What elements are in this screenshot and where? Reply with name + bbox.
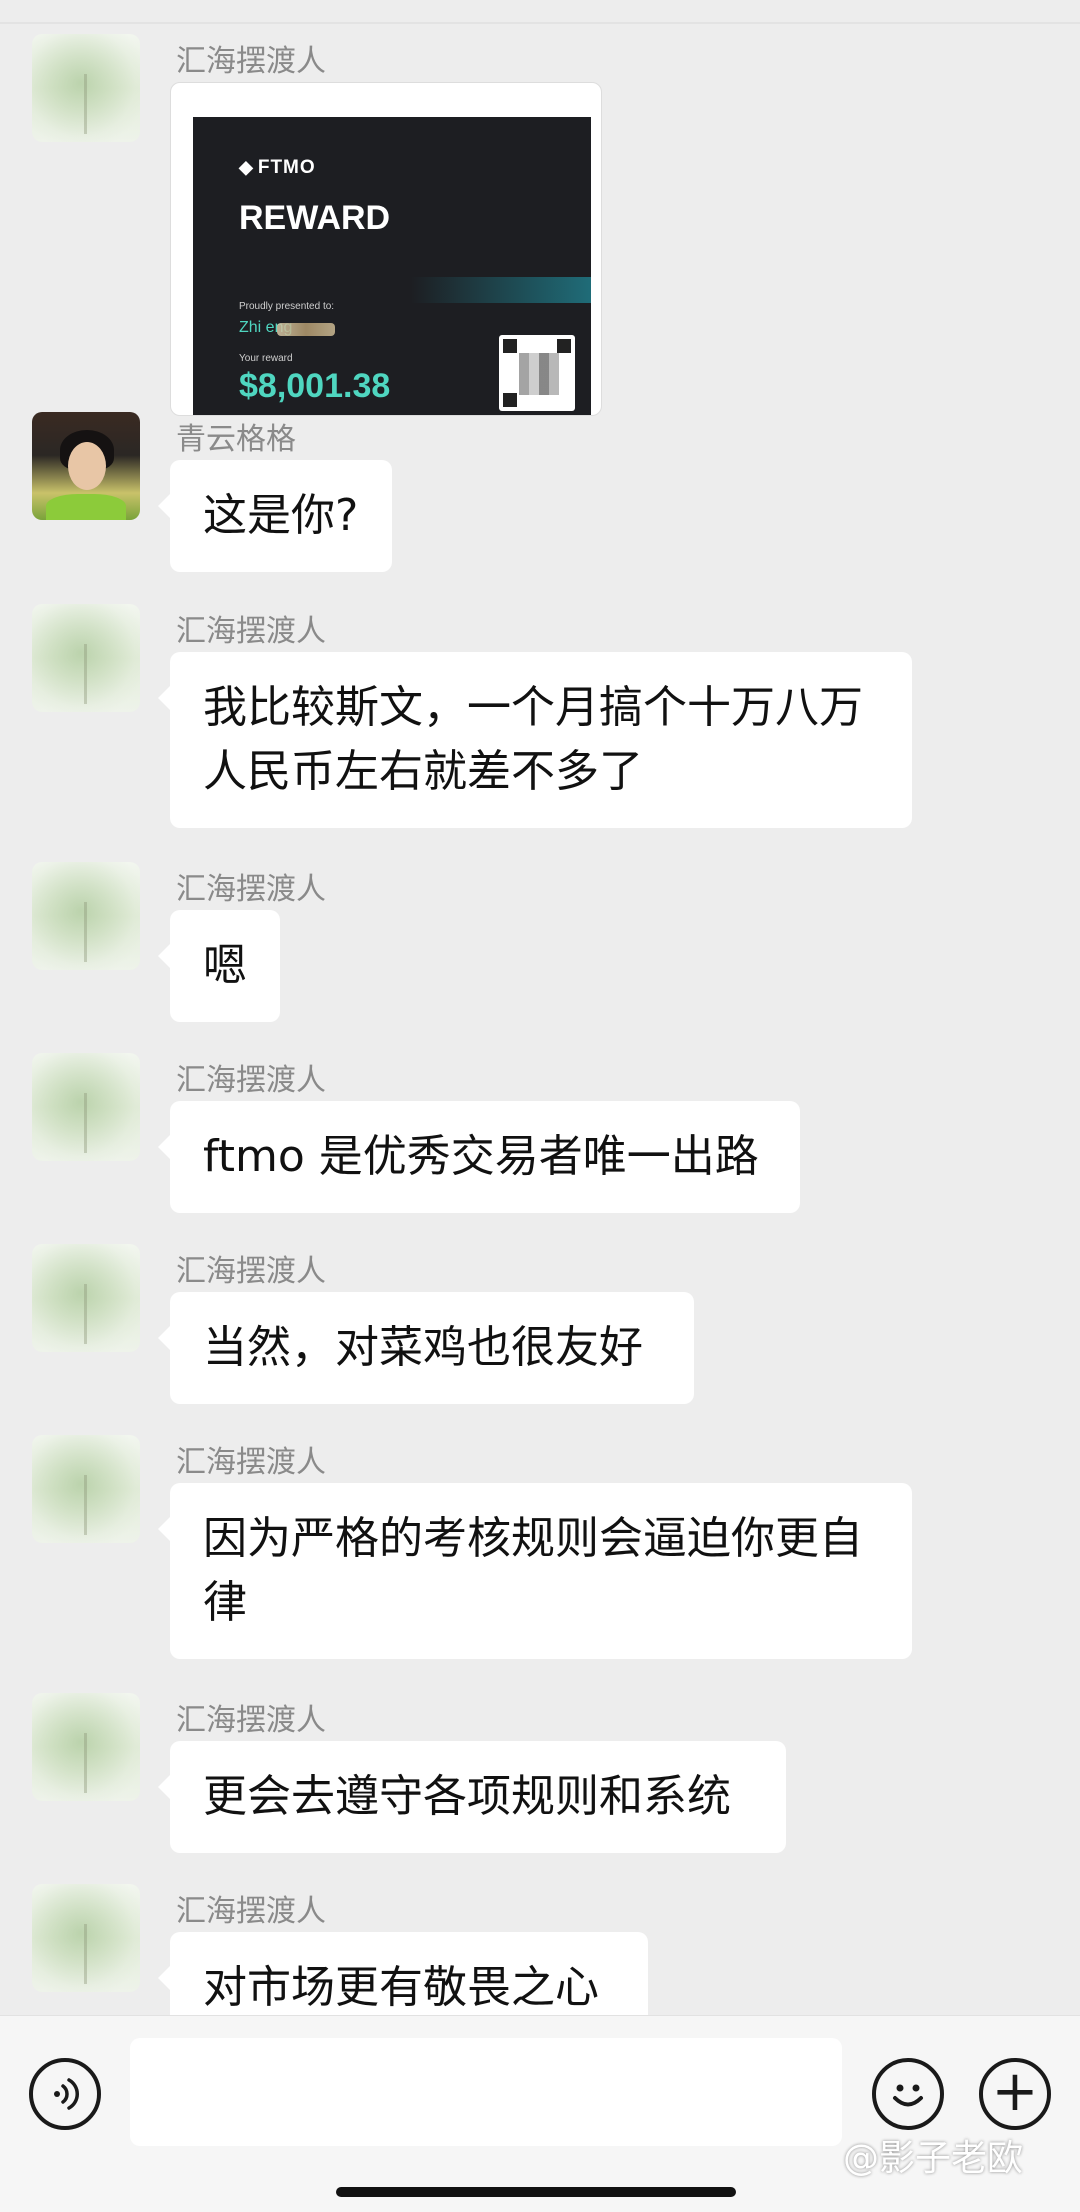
emoji-icon[interactable] (872, 2058, 944, 2130)
avatar[interactable] (32, 1435, 140, 1543)
message-bubble[interactable]: 我比较斯文，一个月搞个十万八万人民币左右就差不多了 (158, 652, 912, 828)
avatar[interactable] (32, 412, 140, 520)
card-title: REWARD (239, 199, 391, 237)
input-bar: + @影子老欧 (0, 2015, 1080, 2212)
sender-name: 汇海摆渡人 (176, 872, 326, 907)
avatar[interactable] (32, 1884, 140, 1992)
message-bubble[interactable]: 更会去遵守各项规则和系统 (158, 1741, 786, 1853)
message-bubble[interactable]: 嗯 (158, 910, 280, 1022)
avatar[interactable] (32, 1693, 140, 1801)
plus-icon[interactable]: + (979, 2058, 1051, 2130)
message-bubble[interactable]: 当然，对菜鸡也很友好 (158, 1292, 694, 1404)
card-stripe (411, 277, 591, 303)
avatar[interactable] (32, 604, 140, 712)
home-indicator[interactable] (336, 2187, 736, 2197)
qr-code-icon (499, 335, 575, 411)
avatar[interactable] (32, 1244, 140, 1352)
message-bubble[interactable]: ftmo 是优秀交易者唯一出路 (158, 1101, 800, 1213)
message-bubble[interactable]: 对市场更有敬畏之心 (158, 1932, 648, 2015)
sender-name: 汇海摆渡人 (176, 1703, 326, 1738)
reward-image[interactable]: ◆ FTMO REWARD Proudly presented to: Zhi e… (170, 82, 602, 416)
presented-label: Proudly presented to: (239, 301, 335, 312)
reward-card: ◆ FTMO REWARD Proudly presented to: Zhi e… (193, 117, 591, 415)
message-bubble[interactable]: 因为严格的考核规则会逼迫你更自律 (158, 1483, 912, 1659)
redacted-blur (277, 323, 335, 336)
message-bubble[interactable]: 这是你? (158, 460, 392, 572)
brand-logo: ◆ FTMO (239, 157, 316, 178)
sender-name: 汇海摆渡人 (176, 614, 326, 649)
message-input[interactable] (130, 2038, 842, 2146)
watermark-text: @影子老欧 (843, 2138, 1024, 2179)
emoji-icon-glyph (893, 2084, 923, 2107)
sender-name: 汇海摆渡人 (176, 1254, 326, 1289)
avatar[interactable] (32, 34, 140, 142)
chat-message-list[interactable]: 汇海摆渡人 ◆ FTMO REWARD Proudly presented to:… (0, 0, 1080, 2015)
reward-label: Your reward (239, 353, 293, 364)
sender-name: 青云格格 (176, 422, 296, 457)
sender-name: 汇海摆渡人 (176, 1894, 326, 1929)
avatar[interactable] (32, 1053, 140, 1161)
avatar[interactable] (32, 862, 140, 970)
sender-name: 汇海摆渡人 (176, 44, 326, 79)
voice-icon[interactable] (29, 2058, 101, 2130)
sender-name: 汇海摆渡人 (176, 1445, 326, 1480)
ftmo-logo-icon: ◆ (239, 157, 254, 177)
reward-amount: $8,001.38 (239, 367, 391, 405)
sender-name: 汇海摆渡人 (176, 1063, 326, 1098)
voice-icon-glyph (54, 2078, 79, 2110)
